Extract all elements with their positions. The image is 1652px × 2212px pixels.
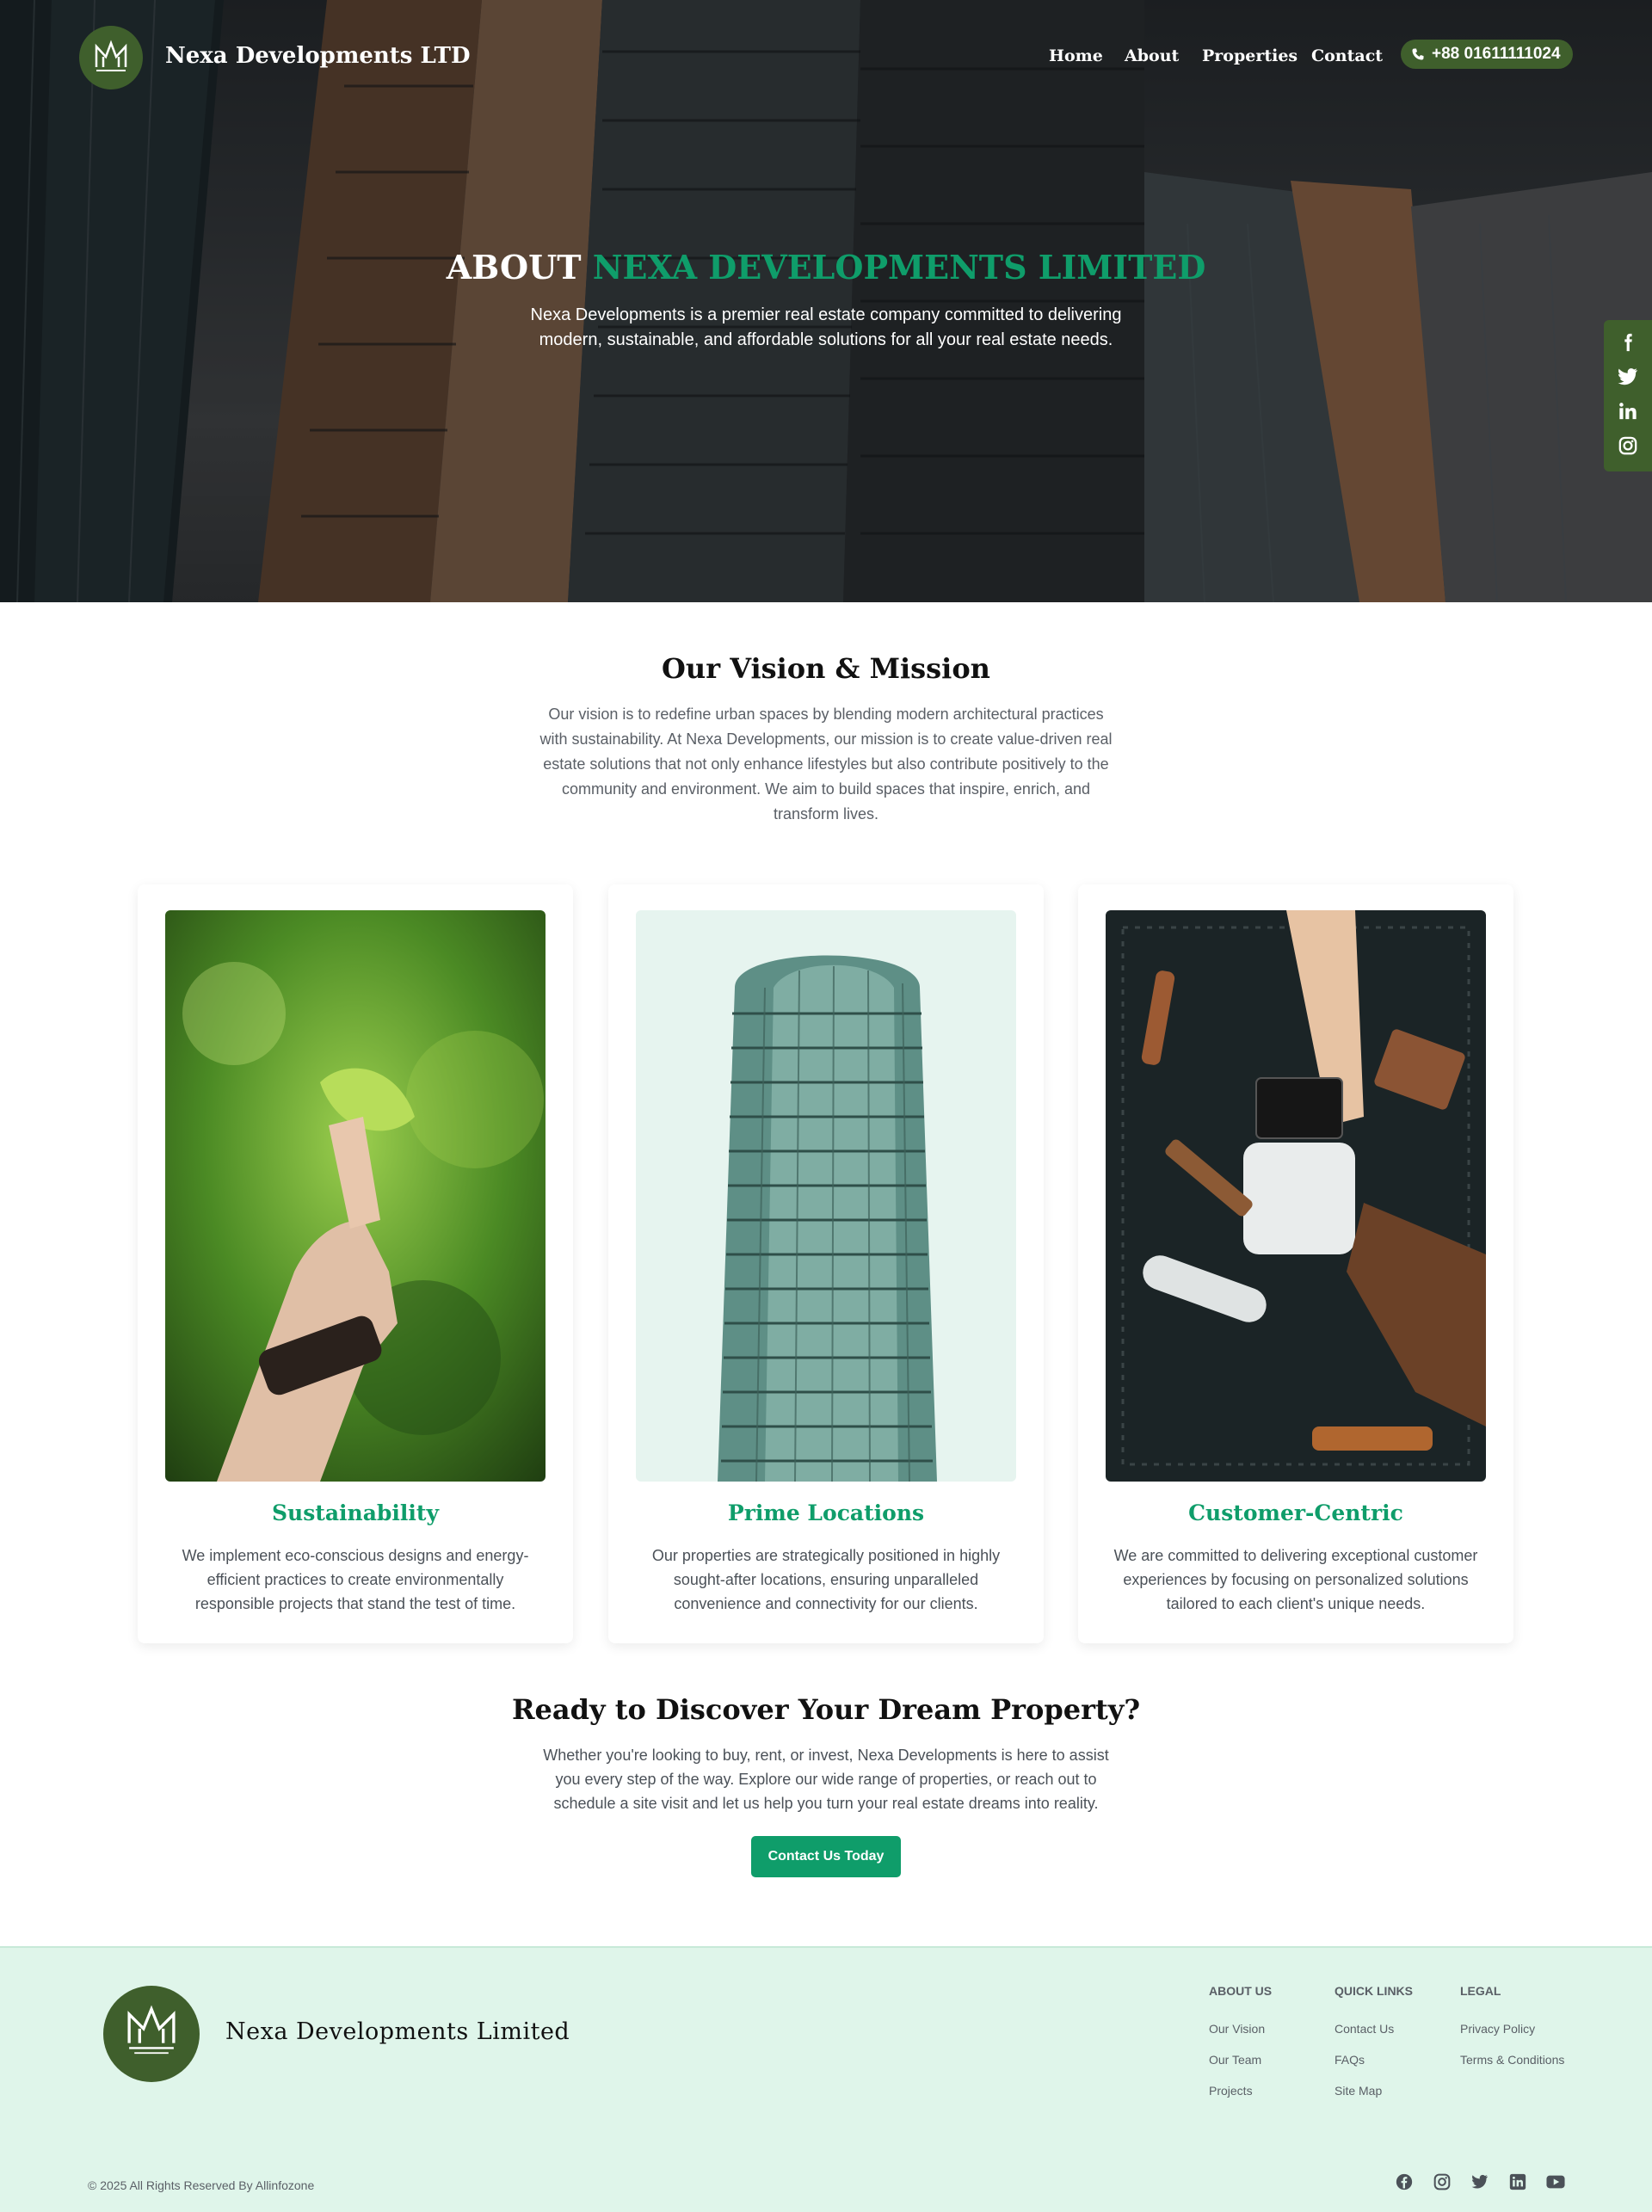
- facebook-icon[interactable]: [1394, 2172, 1415, 2192]
- instagram-icon[interactable]: [1618, 436, 1637, 459]
- footer-link-our-team[interactable]: Our Team: [1209, 2053, 1261, 2067]
- hero-title-accent: NEXA DEVELOPMENTS LIMITED: [592, 248, 1206, 287]
- phone-icon: [1412, 48, 1424, 60]
- nav-home-link[interactable]: Home: [1049, 46, 1103, 65]
- card-title: Prime Locations: [727, 1500, 925, 1525]
- card-customer-centric: Customer-Centric We are committed to del…: [1078, 884, 1513, 1643]
- social-sidebar: [1604, 320, 1652, 471]
- copyright-text: © 2025 All Rights Reserved By Allinfozon…: [88, 2178, 315, 2192]
- footer-brand: Nexa Developments Limited: [225, 2018, 570, 2045]
- card-sustainability: Sustainability We implement eco-consciou…: [138, 884, 573, 1643]
- card-text: We are committed to delivering exception…: [1113, 1547, 1478, 1612]
- nav-about-link[interactable]: About: [1125, 46, 1179, 65]
- twitter-icon[interactable]: [1470, 2172, 1490, 2192]
- logo[interactable]: [79, 26, 143, 89]
- footer-link-terms[interactable]: Terms & Conditions: [1460, 2053, 1564, 2067]
- footer-link-privacy-policy[interactable]: Privacy Policy: [1460, 2022, 1535, 2036]
- facebook-icon[interactable]: [1618, 333, 1637, 356]
- hero-subtitle: Nexa Developments is a premier real esta…: [530, 305, 1122, 349]
- footer-heading-about: ABOUT US: [1209, 1984, 1273, 1998]
- top-navbar: Nexa Developments LTD Home About Propert…: [0, 0, 1652, 112]
- footer-logo[interactable]: [103, 1986, 200, 2082]
- vision-text: Our vision is to redefine urban spaces b…: [539, 705, 1113, 823]
- youtube-icon[interactable]: [1545, 2172, 1566, 2192]
- footer-link-faqs[interactable]: FAQs: [1335, 2053, 1365, 2067]
- logo-building-icon: [127, 2005, 176, 2055]
- vision-title: Our Vision & Mission: [662, 652, 990, 685]
- card-prime-locations: Prime Locations Our properties are strat…: [608, 884, 1044, 1643]
- linkedin-icon[interactable]: [1507, 2172, 1528, 2192]
- hero-title: ABOUT NEXA DEVELOPMENTS LIMITED: [0, 248, 1652, 287]
- instagram-icon[interactable]: [1432, 2172, 1452, 2192]
- contact-us-button[interactable]: Contact Us Today: [751, 1836, 901, 1877]
- logo-building-icon: [95, 40, 127, 71]
- cta-title: Ready to Discover Your Dream Property?: [511, 1693, 1141, 1726]
- card-text: Our properties are strategically positio…: [651, 1547, 1001, 1612]
- footer-heading-quick-links: QUICK LINKS: [1335, 1984, 1413, 1998]
- footer-link-site-map[interactable]: Site Map: [1335, 2084, 1382, 2098]
- footer-link-projects[interactable]: Projects: [1209, 2084, 1253, 2098]
- phone-button[interactable]: +88 01611111024: [1401, 40, 1573, 69]
- sustainability-image: [165, 910, 546, 1482]
- customer-centric-image: [1106, 910, 1486, 1482]
- brand-name[interactable]: Nexa Developments LTD: [165, 43, 471, 69]
- nav-contact-link[interactable]: Contact: [1311, 46, 1383, 65]
- footer-heading-legal: LEGAL: [1460, 1984, 1501, 1998]
- card-text: We implement eco-conscious designs and e…: [182, 1547, 529, 1612]
- twitter-icon[interactable]: [1618, 367, 1638, 391]
- cta-text: Whether you're looking to buy, rent, or …: [543, 1747, 1109, 1812]
- phone-number: +88 01611111024: [1432, 45, 1561, 63]
- hero-title-plain: ABOUT: [446, 248, 582, 287]
- card-title: Customer-Centric: [1188, 1500, 1403, 1525]
- hero-section: Nexa Developments LTD Home About Propert…: [0, 0, 1652, 602]
- footer-link-contact-us[interactable]: Contact Us: [1335, 2022, 1394, 2036]
- prime-locations-image: [636, 910, 1016, 1482]
- card-title: Sustainability: [272, 1500, 439, 1525]
- linkedin-icon[interactable]: [1618, 402, 1637, 425]
- nav-properties-link[interactable]: Properties: [1202, 46, 1298, 65]
- footer-link-our-vision[interactable]: Our Vision: [1209, 2022, 1265, 2036]
